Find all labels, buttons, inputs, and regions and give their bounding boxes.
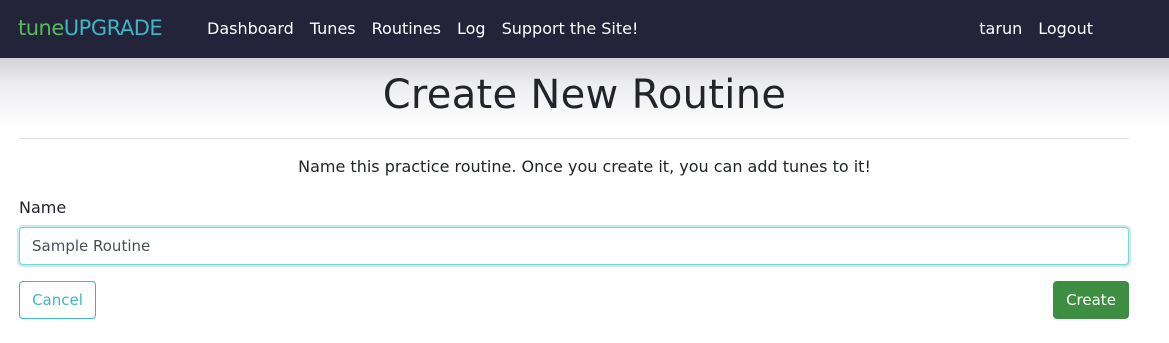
nav-menu: Dashboard Tunes Routines Log Support the…: [207, 19, 638, 38]
brand-logo-part-upgrade: UPGRADE: [63, 16, 163, 40]
page-description: Name this practice routine. Once you cre…: [298, 157, 871, 176]
cancel-button[interactable]: Cancel: [19, 281, 96, 319]
brand-logo[interactable]: tuneUPGRADE: [18, 16, 163, 40]
brand-logo-part-tune: tune: [18, 16, 64, 40]
nav-link-support[interactable]: Support the Site!: [502, 19, 639, 38]
routine-name-input[interactable]: [19, 227, 1129, 265]
logout-link[interactable]: Logout: [1038, 19, 1093, 38]
page-title: Create New Routine: [382, 72, 787, 118]
navbar: tuneUPGRADE Dashboard Tunes Routines Log…: [0, 0, 1169, 58]
name-label: Name: [19, 198, 67, 217]
title-divider: [19, 138, 1129, 139]
nav-link-log[interactable]: Log: [457, 19, 486, 38]
user-menu: tarun Logout: [979, 19, 1093, 38]
user-profile-link[interactable]: tarun: [979, 19, 1022, 38]
create-button[interactable]: Create: [1053, 281, 1129, 319]
nav-link-routines[interactable]: Routines: [372, 19, 441, 38]
nav-link-dashboard[interactable]: Dashboard: [207, 19, 294, 38]
nav-link-tunes[interactable]: Tunes: [310, 19, 356, 38]
